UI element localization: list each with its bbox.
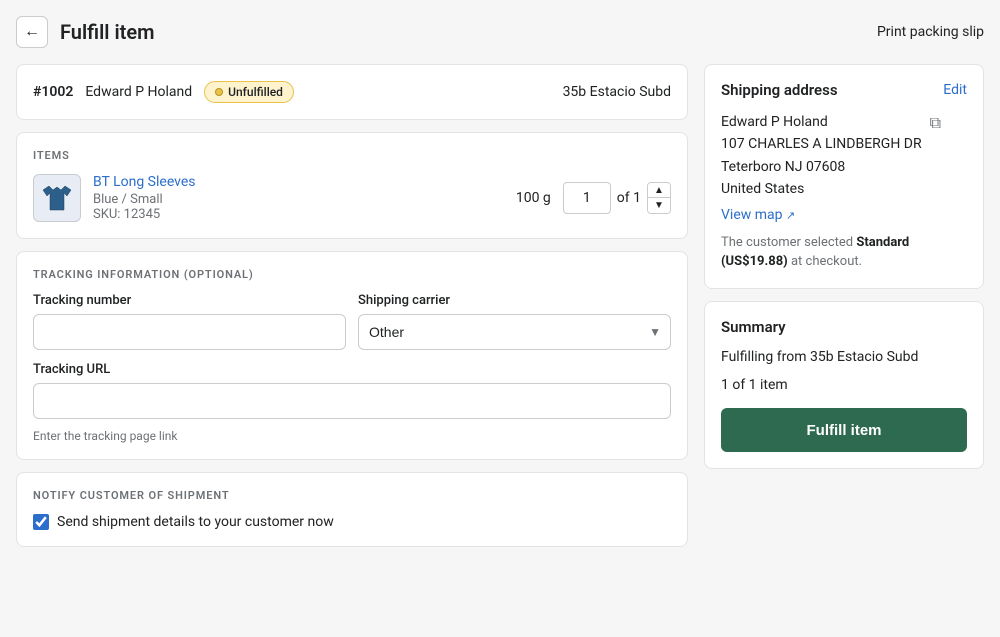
shipping-address-title: Shipping address [721, 81, 838, 99]
shipping-carrier-label: Shipping carrier [358, 293, 671, 308]
tracking-form-row: Tracking number Shipping carrier Other U… [33, 293, 671, 350]
address-name: Edward P Holand [721, 111, 922, 133]
badge-dot-icon [215, 88, 223, 96]
tracking-number-group: Tracking number [33, 293, 346, 350]
right-column: Shipping address Edit Edward P Holand 10… [704, 64, 984, 469]
qty-display: 1 of 1 [563, 182, 641, 214]
tracking-url-input[interactable] [33, 383, 671, 419]
page-header: ← Fulfill item Print packing slip [16, 16, 984, 48]
order-header: #1002 Edward P Holand Unfulfilled 35b Es… [33, 81, 671, 103]
summary-title: Summary [721, 318, 967, 336]
summary-card: Summary Fulfilling from 35b Estacio Subd… [704, 301, 984, 470]
page-title: Fulfill item [60, 20, 155, 44]
item-row: BT Long Sleeves Blue / Small SKU: 12345 … [33, 174, 671, 222]
address-block-with-icon: Edward P Holand 107 CHARLES A LINDBERGH … [721, 111, 967, 201]
tracking-card: TRACKING INFORMATION (OPTIONAL) Tracking… [16, 251, 688, 460]
edit-address-link[interactable]: Edit [943, 82, 967, 98]
tracking-url-label: Tracking URL [33, 362, 671, 377]
shipping-address-card: Shipping address Edit Edward P Holand 10… [704, 64, 984, 289]
tracking-number-label: Tracking number [33, 293, 346, 308]
qty-increment-button[interactable]: ▲ [648, 183, 670, 198]
shipping-carrier-select-wrapper: Other UPS FedEx USPS DHL ▼ [358, 314, 671, 350]
copy-address-icon[interactable]: ⧉ [930, 113, 941, 133]
qty-value: 1 [583, 190, 591, 206]
external-link-icon: ↗ [786, 209, 795, 222]
shipping-note: The customer selected Standard (US$19.88… [721, 233, 967, 272]
notify-checkbox-label[interactable]: Send shipment details to your customer n… [57, 514, 334, 530]
item-count-text: 1 of 1 item [721, 374, 967, 396]
qty-decrement-button[interactable]: ▼ [648, 198, 670, 213]
notify-checkbox[interactable] [33, 514, 49, 530]
customer-name: Edward P Holand [85, 84, 192, 100]
shipping-carrier-group: Shipping carrier Other UPS FedEx USPS DH… [358, 293, 671, 350]
order-location: 35b Estacio Subd [563, 84, 671, 100]
print-packing-slip-link[interactable]: Print packing slip [877, 24, 984, 40]
main-layout: #1002 Edward P Holand Unfulfilled 35b Es… [16, 64, 984, 547]
item-variant: Blue / Small [93, 192, 504, 207]
address-city-state: Teterboro NJ 07608 [721, 156, 922, 178]
view-map-link[interactable]: View map ↗ [721, 207, 967, 223]
address-street: 107 CHARLES A LINDBERGH DR [721, 133, 922, 155]
notify-card: NOTIFY CUSTOMER OF SHIPMENT Send shipmen… [16, 472, 688, 547]
item-weight: 100 g [516, 190, 551, 206]
summary-fulfilling-from: Fulfilling from 35b Estacio Subd 1 of 1 … [721, 346, 967, 397]
view-map-label: View map [721, 207, 783, 223]
tracking-url-group: Tracking URL Enter the tracking page lin… [33, 362, 671, 443]
status-label: Unfulfilled [228, 85, 283, 99]
item-details: BT Long Sleeves Blue / Small SKU: 12345 [93, 174, 504, 222]
shirt-svg-icon [39, 180, 75, 216]
items-card: ITEMS BT Long Sleeves Blue / Small SKU: … [16, 132, 688, 239]
tracking-section-label: TRACKING INFORMATION (OPTIONAL) [33, 268, 671, 281]
back-button[interactable]: ← [16, 16, 48, 48]
address-country: United States [721, 178, 922, 200]
fulfilling-from-text: Fulfilling from 35b Estacio Subd [721, 346, 967, 368]
items-section-label: ITEMS [33, 149, 671, 162]
left-column: #1002 Edward P Holand Unfulfilled 35b Es… [16, 64, 688, 547]
status-badge: Unfulfilled [204, 81, 294, 103]
item-name-link[interactable]: BT Long Sleeves [93, 174, 196, 190]
tracking-url-helper: Enter the tracking page link [33, 429, 671, 443]
notify-section-label: NOTIFY CUSTOMER OF SHIPMENT [33, 489, 671, 502]
qty-stepper[interactable]: ▲ ▼ [647, 182, 671, 214]
item-thumbnail [33, 174, 81, 222]
quantity-control: 1 of 1 ▲ ▼ [563, 182, 671, 214]
shipping-carrier-select[interactable]: Other UPS FedEx USPS DHL [358, 314, 671, 350]
item-sku: SKU: 12345 [93, 207, 504, 222]
shipping-address-header: Shipping address Edit [721, 81, 967, 99]
tracking-number-input[interactable] [33, 314, 346, 350]
order-number: #1002 [33, 84, 73, 100]
header-left: ← Fulfill item [16, 16, 155, 48]
qty-of-label: of 1 [617, 190, 641, 206]
qty-box: 1 [563, 182, 611, 214]
address-text: Edward P Holand 107 CHARLES A LINDBERGH … [721, 111, 922, 201]
notify-checkbox-row: Send shipment details to your customer n… [33, 514, 671, 530]
fulfill-item-button[interactable]: Fulfill item [721, 408, 967, 452]
order-info-card: #1002 Edward P Holand Unfulfilled 35b Es… [16, 64, 688, 120]
back-icon: ← [24, 23, 40, 41]
